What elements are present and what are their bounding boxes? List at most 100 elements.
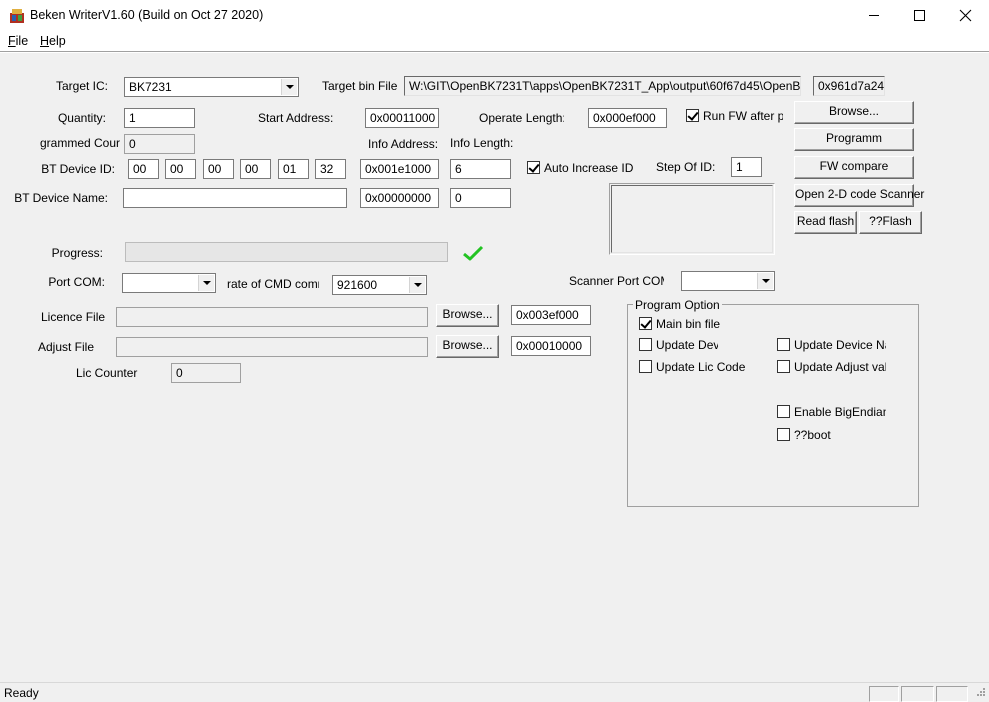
checksum-field[interactable]: 0x961d7a24 [813, 76, 885, 96]
close-button[interactable] [943, 0, 989, 31]
target-bin-label: Target bin File [322, 79, 397, 93]
bt-id-field-1[interactable]: 00 [128, 159, 159, 179]
target-bin-path-field[interactable]: W:\GIT\OpenBK7231T\apps\OpenBK7231T_App\… [404, 76, 801, 96]
lic-counter-label: Lic Counter [76, 366, 138, 380]
bt-device-id-label: BT Device ID: [41, 162, 115, 176]
info-length-field[interactable]: 6 [450, 159, 511, 179]
chevron-down-icon[interactable] [409, 277, 425, 293]
progress-label: Progress: [51, 246, 103, 260]
menu-bar: File Help [0, 31, 989, 51]
chevron-down-icon[interactable] [757, 273, 773, 289]
fw-compare-button[interactable]: FW compare [794, 156, 914, 179]
port-com-combo[interactable] [122, 273, 216, 293]
adjust-file-field [116, 337, 428, 357]
update-adjust-checkbox[interactable] [777, 360, 790, 373]
name-address-field[interactable]: 0x00000000 [360, 188, 439, 208]
main-bin-checkbox[interactable] [639, 317, 652, 330]
operate-length-label: Operate Length: [479, 111, 564, 125]
bt-id-field-3[interactable]: 00 [203, 159, 234, 179]
update-device-label: Update Devi [656, 338, 718, 352]
step-of-id-field[interactable]: 1 [731, 157, 762, 177]
progress-bar [125, 242, 448, 262]
erase-flash-button[interactable]: ??Flash [859, 211, 922, 234]
bt-id-field-2[interactable]: 00 [165, 159, 196, 179]
scanner-preview-frame [609, 183, 775, 255]
update-device-name-label: Update Device Nan [794, 338, 886, 352]
title-bar: Beken WriterV1.60 (Build on Oct 27 2020) [0, 0, 989, 31]
run-fw-label: Run FW after pr [703, 109, 783, 123]
status-pane-2 [901, 686, 934, 702]
scanner-port-com-label: Scanner Port COM: [569, 274, 664, 288]
maximize-icon [914, 10, 925, 21]
target-ic-value: BK7231 [129, 80, 172, 94]
bt-id-field-4[interactable]: 00 [240, 159, 271, 179]
browse-adjust-button[interactable]: Browse... [436, 335, 499, 358]
start-address-field[interactable]: 0x00011000 [365, 108, 439, 128]
licence-file-label: Licence File [41, 310, 106, 324]
program-button[interactable]: Programm [794, 128, 914, 151]
programmed-count-label: grammed Cour [40, 136, 120, 150]
chevron-down-icon[interactable] [281, 79, 297, 95]
enable-bigendian-checkbox[interactable] [777, 405, 790, 418]
menu-file-rest: ile [15, 34, 29, 48]
success-check-icon [463, 245, 484, 261]
status-text: Ready [4, 686, 39, 700]
resize-grip-icon[interactable] [974, 687, 986, 699]
update-adjust-label: Update Adjust valu [794, 360, 886, 374]
menu-help-mnemonic: H [40, 34, 50, 48]
maximize-button[interactable] [897, 0, 943, 31]
start-address-label: Start Address: [258, 111, 333, 125]
browse-bin-button[interactable]: Browse... [794, 101, 914, 124]
quantity-field[interactable]: 1 [124, 108, 195, 128]
operate-length-field[interactable]: 0x000ef000 [588, 108, 667, 128]
scanner-port-com-combo[interactable] [681, 271, 775, 291]
bt-device-name-field[interactable] [123, 188, 347, 208]
scanner-preview-area [611, 185, 773, 253]
bt-id-field-6[interactable]: 32 [315, 159, 346, 179]
lic-counter-field: 0 [171, 363, 241, 383]
menu-file[interactable]: File [8, 33, 28, 49]
close-icon [959, 9, 972, 22]
chevron-down-icon[interactable] [198, 275, 214, 291]
boot-label: ??boot [794, 428, 831, 442]
minimize-button[interactable] [851, 0, 897, 31]
target-ic-combo[interactable]: BK7231 [124, 77, 299, 97]
quantity-label: Quantity: [57, 111, 106, 125]
update-device-name-checkbox[interactable] [777, 338, 790, 351]
name-length-field[interactable]: 0 [450, 188, 511, 208]
open-scanner-button[interactable]: Open 2-D code Scanner [794, 184, 924, 207]
browse-licence-button[interactable]: Browse... [436, 304, 499, 327]
update-lic-code-checkbox[interactable] [639, 360, 652, 373]
adjust-file-label: Adjust File [38, 340, 95, 354]
minimize-icon [869, 15, 879, 16]
step-of-id-label: Step Of ID: [656, 160, 716, 174]
info-length-label: Info Length: [450, 136, 514, 150]
bt-device-name-label: BT Device Name: [14, 191, 108, 205]
bt-id-field-5[interactable]: 01 [278, 159, 309, 179]
boot-checkbox[interactable] [777, 428, 790, 441]
rate-cmd-label: rate of CMD comm. [227, 277, 319, 291]
info-address-label: Info Address: [368, 137, 438, 151]
baud-rate-combo[interactable]: 921600 [332, 275, 427, 295]
enable-bigendian-label: Enable BigEndian II [794, 405, 886, 419]
adjust-address-field[interactable]: 0x00010000 [511, 336, 591, 356]
info-address-field[interactable]: 0x001e1000 [360, 159, 439, 179]
status-pane-1 [869, 686, 899, 702]
menu-file-mnemonic: F [8, 34, 16, 48]
status-pane-3 [936, 686, 968, 702]
menu-help[interactable]: Help [40, 33, 66, 49]
run-fw-checkbox[interactable] [686, 109, 699, 122]
window-title: Beken WriterV1.60 (Build on Oct 27 2020) [30, 8, 264, 22]
port-com-label: Port COM: [48, 275, 105, 289]
beken-app-icon [10, 9, 24, 23]
main-bin-label: Main bin file [656, 317, 721, 331]
read-flash-button[interactable]: Read flash [794, 211, 857, 234]
programmed-count-field: 0 [124, 134, 195, 154]
target-ic-label: Target IC: [55, 79, 108, 93]
auto-increase-id-checkbox[interactable] [527, 161, 540, 174]
licence-address-field[interactable]: 0x003ef000 [511, 305, 591, 325]
menu-help-rest: elp [49, 34, 66, 48]
update-device-checkbox[interactable] [639, 338, 652, 351]
auto-increase-id-label: Auto Increase ID [544, 161, 634, 175]
update-lic-code-label: Update Lic Code [656, 360, 746, 374]
